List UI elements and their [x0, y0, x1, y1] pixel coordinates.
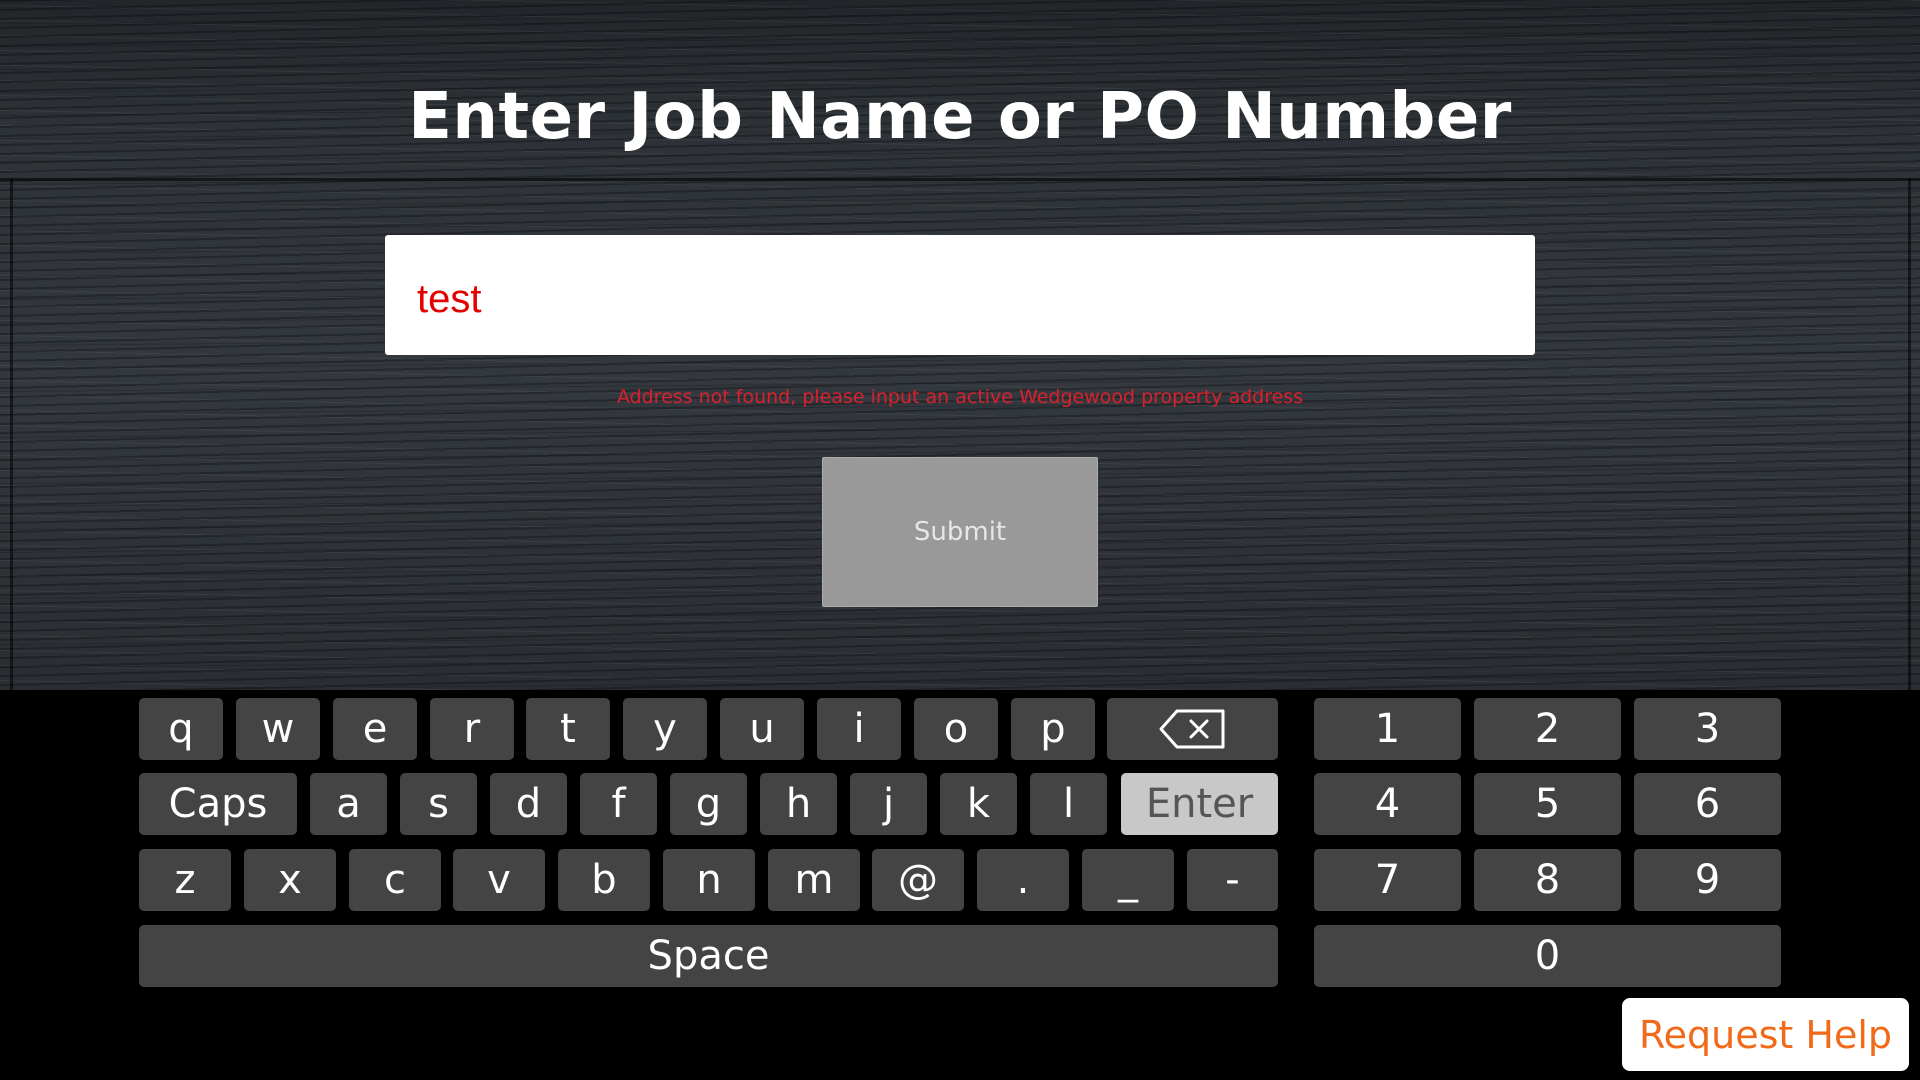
plank-seam — [0, 178, 1920, 181]
key-q[interactable]: q — [139, 698, 223, 760]
caps-key[interactable]: Caps — [139, 773, 297, 835]
key-y[interactable]: y — [623, 698, 707, 760]
page-title: Enter Job Name or PO Number — [408, 80, 1512, 154]
key-p[interactable]: p — [1011, 698, 1095, 760]
backspace-icon — [1159, 709, 1224, 749]
plank-seam — [1908, 178, 1911, 690]
key-e[interactable]: e — [333, 698, 417, 760]
key-underscore[interactable]: _ — [1082, 849, 1174, 911]
key-b[interactable]: b — [558, 849, 650, 911]
request-help-button[interactable]: Request Help — [1622, 998, 1909, 1071]
key-hyphen[interactable]: - — [1187, 849, 1278, 911]
submit-button[interactable]: Submit — [822, 457, 1098, 607]
key-period[interactable]: . — [977, 849, 1069, 911]
key-z[interactable]: z — [139, 849, 231, 911]
key-n[interactable]: n — [663, 849, 755, 911]
key-h[interactable]: h — [760, 773, 837, 835]
key-m[interactable]: m — [768, 849, 860, 911]
key-9[interactable]: 9 — [1634, 849, 1781, 911]
key-3[interactable]: 3 — [1634, 698, 1781, 760]
job-po-input[interactable] — [417, 276, 1535, 322]
key-u[interactable]: u — [720, 698, 804, 760]
key-6[interactable]: 6 — [1634, 773, 1781, 835]
key-g[interactable]: g — [670, 773, 747, 835]
key-o[interactable]: o — [914, 698, 998, 760]
key-l[interactable]: l — [1030, 773, 1107, 835]
key-0[interactable]: 0 — [1314, 925, 1781, 987]
key-f[interactable]: f — [580, 773, 657, 835]
key-c[interactable]: c — [349, 849, 441, 911]
key-t[interactable]: t — [526, 698, 610, 760]
key-2[interactable]: 2 — [1474, 698, 1621, 760]
key-at[interactable]: @ — [872, 849, 964, 911]
key-d[interactable]: d — [490, 773, 567, 835]
key-8[interactable]: 8 — [1474, 849, 1621, 911]
key-1[interactable]: 1 — [1314, 698, 1461, 760]
key-k[interactable]: k — [940, 773, 1017, 835]
key-x[interactable]: x — [244, 849, 336, 911]
key-7[interactable]: 7 — [1314, 849, 1461, 911]
key-v[interactable]: v — [453, 849, 545, 911]
job-po-input-box[interactable] — [385, 235, 1535, 355]
backspace-key[interactable] — [1107, 698, 1278, 760]
key-w[interactable]: w — [236, 698, 320, 760]
key-5[interactable]: 5 — [1474, 773, 1621, 835]
key-4[interactable]: 4 — [1314, 773, 1461, 835]
error-message: Address not found, please input an activ… — [616, 386, 1304, 408]
key-r[interactable]: r — [430, 698, 514, 760]
plank-seam — [10, 178, 13, 690]
space-key[interactable]: Space — [139, 925, 1278, 987]
job-entry-screen: Enter Job Name or PO Number Address not … — [0, 0, 1920, 1080]
key-i[interactable]: i — [817, 698, 901, 760]
key-a[interactable]: a — [310, 773, 387, 835]
key-s[interactable]: s — [400, 773, 477, 835]
key-j[interactable]: j — [850, 773, 927, 835]
enter-key[interactable]: Enter — [1121, 773, 1278, 835]
